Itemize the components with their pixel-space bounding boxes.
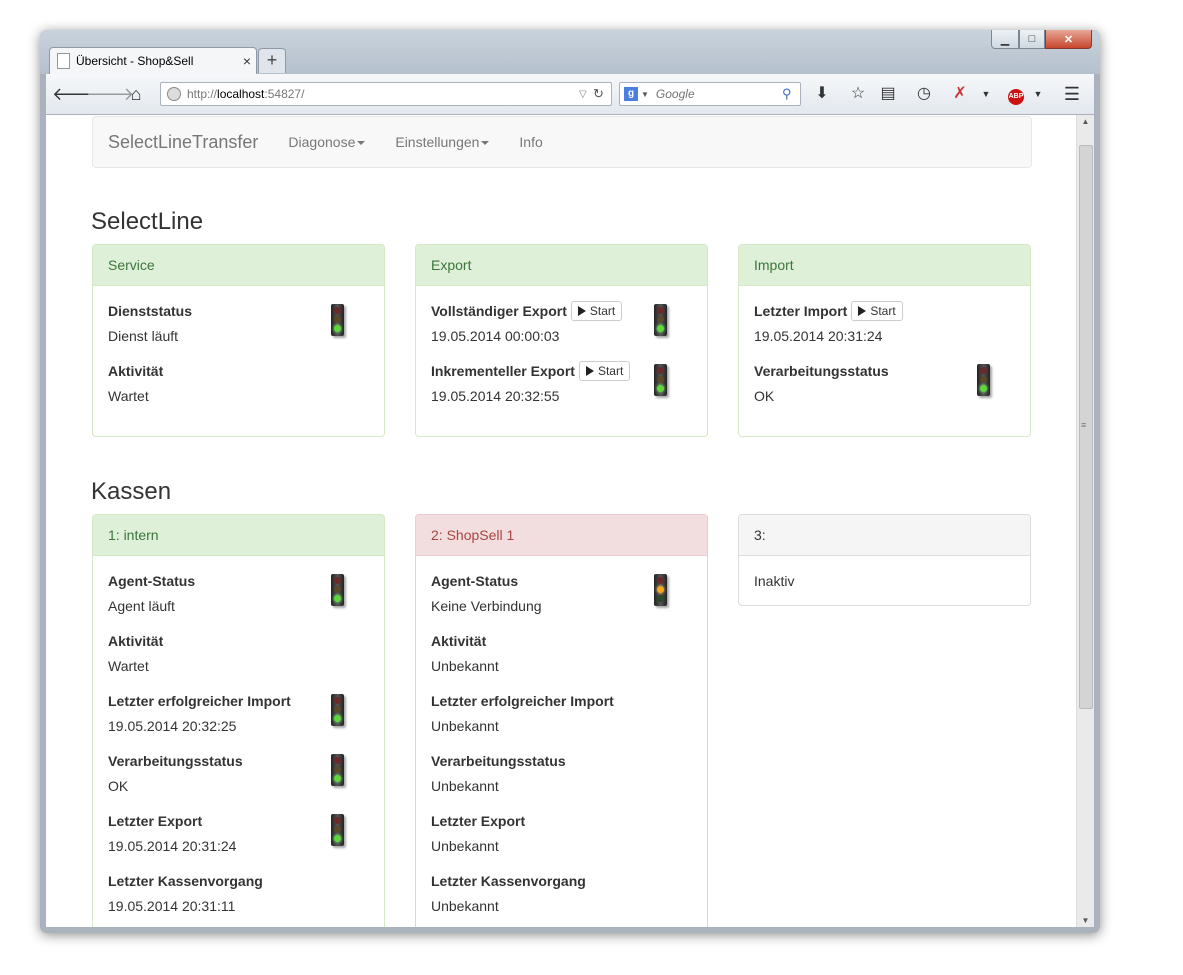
back-icon[interactable]: 🡐 bbox=[52, 82, 100, 106]
kassen-heading: Kassen bbox=[91, 478, 172, 505]
traffic-light-green-icon bbox=[652, 304, 672, 338]
new-tab-button[interactable]: + bbox=[258, 48, 286, 73]
import-panel: Import Letzter Import Start 19.05.2014 20… bbox=[738, 244, 1031, 437]
panel-title: Import bbox=[739, 245, 1030, 286]
app-navbar: SelectLineTransfer Diagonose Einstellung… bbox=[92, 116, 1032, 168]
browser-tab[interactable]: Übersicht - Shop&Sell × bbox=[49, 47, 257, 74]
traffic-light-green-icon bbox=[329, 694, 349, 728]
adblock-dropdown-icon[interactable]: ▼ bbox=[1026, 82, 1050, 106]
inactive-text: Inaktiv bbox=[754, 573, 795, 589]
kasse-2-panel: 2: ShopSell 1 Agent-Status Keine Verbind… bbox=[415, 514, 708, 927]
status-item: Verarbeitungsstatus OK bbox=[754, 361, 1015, 421]
traffic-light-green-icon bbox=[329, 304, 349, 338]
search-icon[interactable]: ⚲ bbox=[782, 86, 800, 102]
scroll-grip-icon: ≡ bbox=[1081, 420, 1087, 430]
kasse-1-panel: 1: intern Agent-Status Agent läuft Aktiv… bbox=[92, 514, 385, 927]
tab-close-icon[interactable]: × bbox=[238, 53, 256, 69]
status-item: Dienststatus Dienst läuft bbox=[108, 301, 369, 361]
forward-icon[interactable]: 🡒 bbox=[86, 82, 134, 106]
search-input[interactable] bbox=[653, 86, 782, 102]
status-item: Vollständiger Export Start 19.05.2014 00:… bbox=[431, 301, 692, 361]
maximize-icon[interactable]: □ bbox=[1019, 30, 1045, 49]
status-item: Aktivität Unbekannt bbox=[431, 633, 499, 674]
scroll-up-icon[interactable]: ▲ bbox=[1077, 117, 1094, 126]
url-dropdown-icon[interactable]: ▽ bbox=[579, 89, 593, 100]
history-icon[interactable]: ◷ bbox=[912, 82, 936, 106]
traffic-light-green-icon bbox=[329, 574, 349, 608]
bookmark-star-icon[interactable]: ☆ bbox=[846, 82, 870, 106]
url-bar[interactable]: http://localhost:54827/ ▽ ↻ bbox=[160, 82, 612, 106]
url-text[interactable]: http://localhost:54827/ bbox=[187, 87, 579, 101]
traffic-light-green-icon bbox=[329, 754, 349, 788]
export-panel: Export Vollständiger Export Start 19.05.2… bbox=[415, 244, 708, 437]
start-incremental-export-button[interactable]: Start bbox=[578, 361, 631, 381]
panel-title: Service bbox=[93, 245, 384, 286]
page-icon bbox=[57, 53, 70, 69]
nav-einstellungen[interactable]: Einstellungen bbox=[380, 134, 504, 150]
download-icon[interactable]: ⬇ bbox=[810, 82, 834, 106]
globe-icon bbox=[167, 87, 181, 101]
caret-down-icon bbox=[357, 141, 366, 146]
status-item: Aktivität Wartet bbox=[108, 633, 164, 674]
panel-title: 1: intern bbox=[93, 515, 384, 556]
home-icon[interactable]: ⌂ bbox=[124, 82, 148, 106]
adblock-icon[interactable]: ABP bbox=[1004, 82, 1028, 106]
status-item: Agent-Status Keine Verbindung bbox=[431, 571, 692, 631]
status-item: Letzter erfolgreicher Import Unbekannt bbox=[431, 693, 614, 734]
flash-blocker-icon[interactable]: ✗ bbox=[948, 82, 972, 106]
kasse-3-panel: 3: Inaktiv bbox=[738, 514, 1031, 606]
status-item: Letzter Export Unbekannt bbox=[431, 813, 526, 854]
page-content: SelectLineTransfer Diagonose Einstellung… bbox=[46, 115, 1076, 927]
app-brand[interactable]: SelectLineTransfer bbox=[93, 132, 273, 153]
search-engine-dropdown-icon[interactable]: ▼ bbox=[641, 90, 649, 99]
minimize-icon[interactable]: ▁ bbox=[991, 30, 1019, 49]
title-bar: ▁ □ ✕ Übersicht - Shop&Sell × + bbox=[40, 30, 1100, 74]
start-import-button[interactable]: Start bbox=[851, 301, 903, 321]
caret-down-icon bbox=[481, 141, 490, 146]
search-bar[interactable]: g ▼ ⚲ bbox=[619, 82, 801, 106]
traffic-light-green-icon bbox=[975, 364, 995, 398]
status-item: Letzter erfolgreicher Import 19.05.2014 … bbox=[108, 691, 369, 751]
panel-title: 3: bbox=[739, 515, 1030, 556]
browser-window: ▁ □ ✕ Übersicht - Shop&Sell × + 🡐 🡒 ⌂ ht… bbox=[40, 30, 1100, 933]
panel-title: Export bbox=[416, 245, 707, 286]
reload-icon[interactable]: ↻ bbox=[593, 86, 611, 102]
start-full-export-button[interactable]: Start bbox=[570, 301, 623, 321]
bookmarks-list-icon[interactable]: ▤ bbox=[876, 82, 900, 106]
status-item: Inkrementeller Export Start 19.05.2014 20… bbox=[431, 361, 692, 421]
traffic-light-yellow-icon bbox=[652, 574, 672, 608]
status-item: Agent-Status Agent läuft bbox=[108, 571, 369, 631]
nav-info[interactable]: Info bbox=[504, 134, 557, 150]
search-engine-icon[interactable]: g bbox=[624, 87, 638, 101]
service-panel: Service Dienststatus Dienst läuft Aktivi… bbox=[92, 244, 385, 437]
traffic-light-green-icon bbox=[329, 814, 349, 848]
panel-title: 2: ShopSell 1 bbox=[416, 515, 707, 556]
status-item: Aktivität Wartet bbox=[108, 363, 164, 404]
status-item: Verarbeitungsstatus OK bbox=[108, 751, 369, 811]
vertical-scrollbar[interactable]: ▲ ≡ ▼ bbox=[1076, 115, 1094, 927]
close-window-icon[interactable]: ✕ bbox=[1045, 30, 1092, 49]
scroll-down-icon[interactable]: ▼ bbox=[1077, 916, 1094, 925]
status-item: Letzter Kassenvorgang Unbekannt bbox=[431, 873, 586, 914]
play-icon bbox=[858, 306, 867, 316]
menu-icon[interactable]: ☰ bbox=[1060, 82, 1084, 106]
status-item: Letzter Export 19.05.2014 20:31:24 bbox=[108, 811, 369, 871]
browser-toolbar: 🡐 🡒 ⌂ http://localhost:54827/ ▽ ↻ g ▼ ⚲ … bbox=[46, 74, 1094, 115]
flash-dropdown-icon[interactable]: ▼ bbox=[974, 82, 998, 106]
status-item: Letzter Kassenvorgang 19.05.2014 20:31:1… bbox=[108, 873, 263, 914]
tab-title: Übersicht - Shop&Sell bbox=[76, 54, 194, 68]
status-item: Verarbeitungsstatus Unbekannt bbox=[431, 753, 566, 794]
traffic-light-green-icon bbox=[652, 364, 672, 398]
selectline-heading: SelectLine bbox=[91, 208, 204, 235]
nav-diagnose[interactable]: Diagonose bbox=[273, 134, 380, 150]
status-item: Letzter Import Start 19.05.2014 20:31:24 bbox=[754, 301, 1015, 361]
play-icon bbox=[577, 306, 586, 316]
play-icon bbox=[585, 366, 594, 376]
window-controls: ▁ □ ✕ bbox=[991, 30, 1092, 50]
